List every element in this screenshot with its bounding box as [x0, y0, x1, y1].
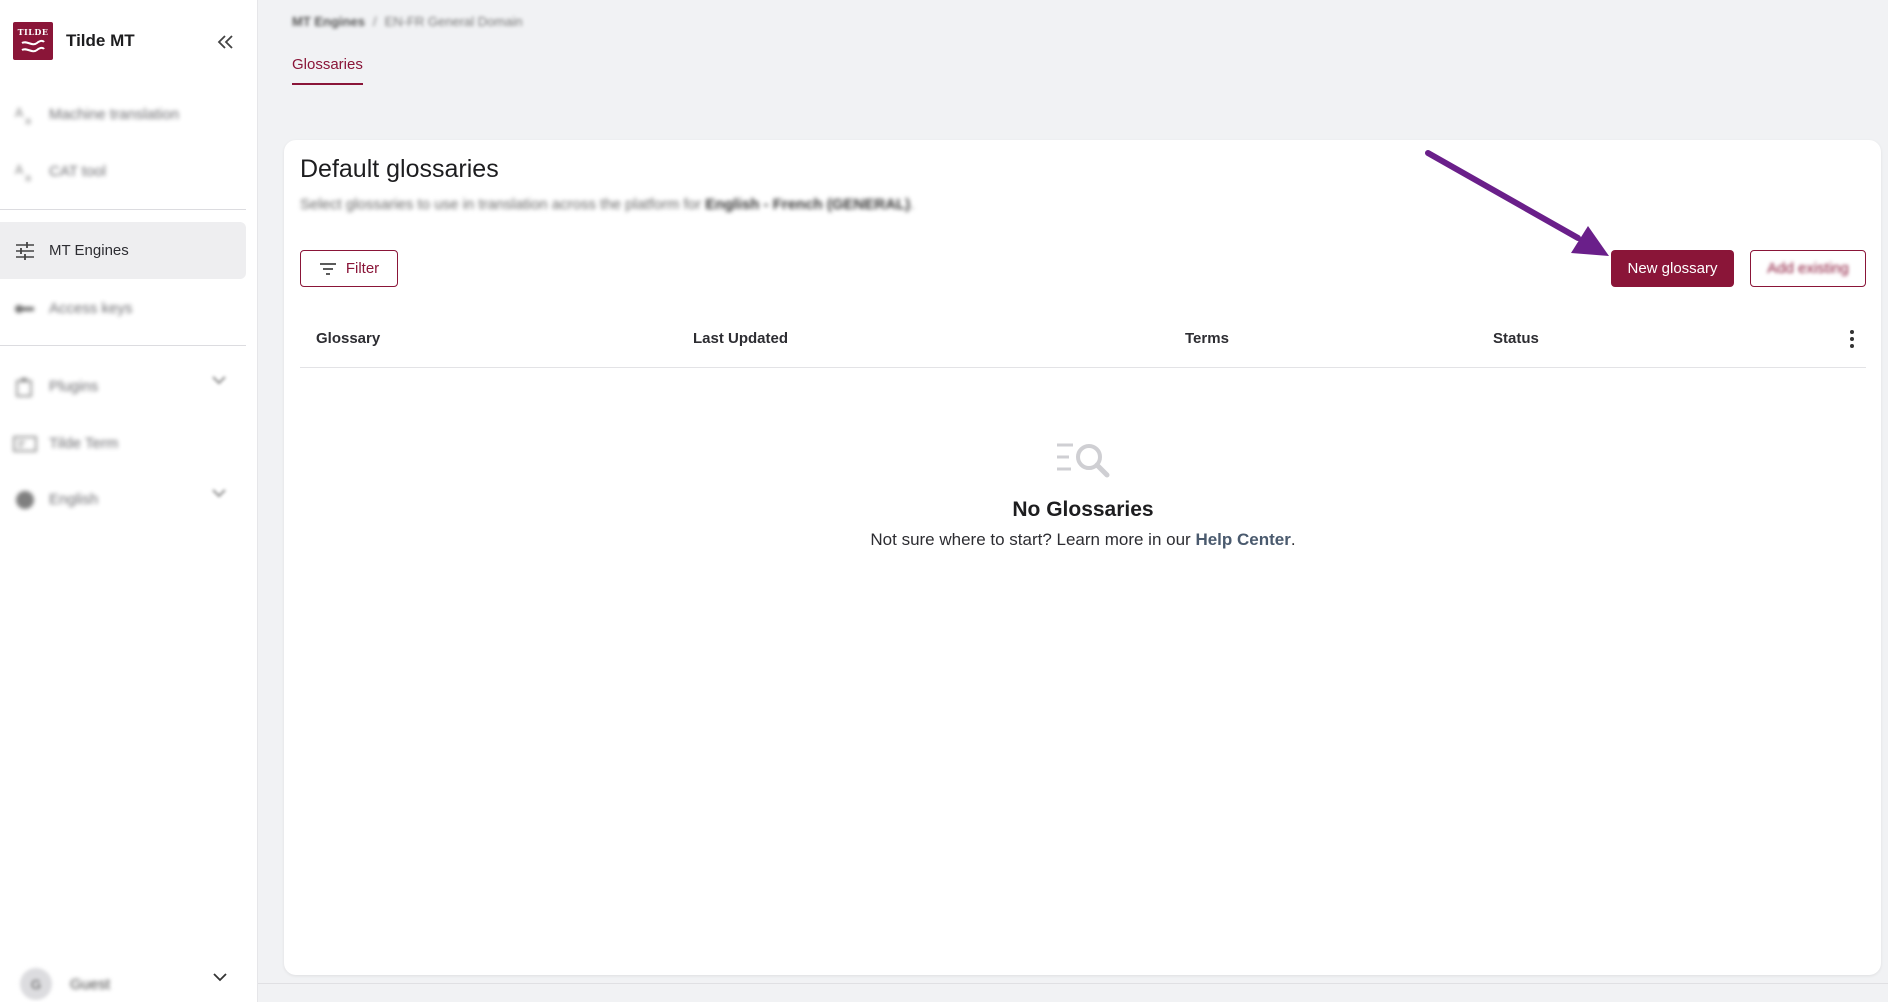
sidebar-item-mt-engines[interactable]: MT Engines	[0, 222, 246, 279]
subtitle-text: Select glossaries to use in translation …	[300, 196, 702, 213]
sidebar-item-access-keys[interactable]: Access keys	[0, 280, 246, 337]
sidebar-item-label: Tilde Term	[49, 435, 119, 452]
sidebar-divider	[0, 345, 246, 346]
sidebar: TILDE Tilde MT Aa Machine translation Aa…	[0, 0, 258, 1002]
sidebar-item-plugins[interactable]: Plugins	[0, 358, 246, 415]
add-existing-button[interactable]: Add existing	[1750, 250, 1866, 287]
sidebar-item-label: English	[49, 491, 99, 508]
new-glossary-label: New glossary	[1627, 260, 1718, 277]
cat-tool-icon: Aa	[13, 160, 37, 184]
double-chevron-left-icon	[217, 35, 233, 49]
user-menu[interactable]: G Guest	[20, 966, 240, 1002]
filter-button[interactable]: Filter	[300, 250, 398, 287]
avatar: G	[20, 968, 52, 1000]
translate-icon: Aa	[13, 103, 37, 127]
more-vertical-icon	[1850, 330, 1854, 348]
page-subtitle: Select glossaries to use in translation …	[300, 196, 914, 213]
globe-icon	[13, 488, 37, 512]
chevron-down-icon	[212, 376, 226, 385]
page-bottom-divider	[258, 983, 1888, 984]
breadcrumb: MT Engines / EN-FR General Domain	[292, 14, 523, 29]
breadcrumb-current: EN-FR General Domain	[384, 14, 523, 29]
table-options-button[interactable]	[1840, 327, 1864, 351]
sidebar-item-label: Plugins	[49, 378, 99, 395]
chevron-down-icon	[213, 973, 227, 982]
add-existing-label: Add existing	[1767, 260, 1849, 277]
column-header-glossary[interactable]: Glossary	[316, 330, 380, 347]
svg-text:A: A	[15, 163, 24, 177]
empty-state: No Glossaries Not sure where to start? L…	[300, 440, 1866, 550]
breadcrumb-link-mt-engines[interactable]: MT Engines	[292, 14, 365, 29]
empty-state-message: Not sure where to start? Learn more in o…	[870, 530, 1191, 549]
sidebar-item-label: Access keys	[49, 300, 133, 317]
tilde-logo: TILDE	[13, 22, 53, 60]
empty-state-text: Not sure where to start? Learn more in o…	[300, 530, 1866, 550]
table-header: Glossary Last Updated Terms Status	[300, 310, 1866, 368]
sidebar-item-label: MT Engines	[49, 242, 129, 259]
subtitle-language-pair: English - French (GENERAL)	[705, 196, 911, 213]
subtitle-end: .	[910, 196, 915, 213]
app-name: Tilde MT	[66, 31, 135, 50]
tab-glossaries[interactable]: Glossaries	[292, 56, 363, 85]
key-icon	[13, 297, 37, 321]
sidebar-item-cat-tool[interactable]: Aa CAT tool	[0, 143, 246, 200]
column-header-status[interactable]: Status	[1493, 330, 1539, 347]
help-center-link[interactable]: Help Center	[1195, 530, 1290, 549]
filter-button-label: Filter	[345, 260, 380, 277]
filter-icon	[319, 262, 336, 275]
svg-text:a: a	[25, 173, 31, 183]
term-icon	[13, 432, 37, 456]
page-title: Default glossaries	[300, 155, 499, 183]
sidebar-item-tilde-term[interactable]: Tilde Term	[0, 415, 246, 472]
user-name: Guest	[70, 975, 111, 993]
empty-state-title: No Glossaries	[1012, 498, 1154, 521]
sidebar-item-label: CAT tool	[49, 163, 106, 180]
sidebar-item-machine-translation[interactable]: Aa Machine translation	[0, 86, 246, 143]
sidebar-divider	[0, 209, 246, 210]
breadcrumb-separator: /	[372, 14, 377, 29]
collapse-sidebar-button[interactable]	[214, 30, 238, 54]
glossaries-card: Default glossaries Select glossaries to …	[284, 140, 1881, 975]
column-header-last-updated[interactable]: Last Updated	[693, 330, 788, 347]
logo-wave-icon	[21, 39, 45, 52]
brand[interactable]: TILDE Tilde MT	[13, 22, 135, 60]
new-glossary-button[interactable]: New glossary	[1611, 250, 1734, 287]
sidebar-item-label: Machine translation	[49, 106, 180, 123]
search-list-icon	[1057, 443, 1110, 478]
sliders-icon	[13, 239, 37, 263]
plugin-icon	[13, 375, 37, 399]
column-header-terms[interactable]: Terms	[1185, 330, 1229, 347]
svg-text:a: a	[25, 116, 31, 126]
chevron-down-icon	[212, 489, 226, 498]
sidebar-item-language[interactable]: English	[0, 471, 246, 528]
empty-state-end: .	[1290, 530, 1296, 549]
logo-text: TILDE	[17, 26, 49, 37]
svg-text:A: A	[15, 106, 24, 120]
